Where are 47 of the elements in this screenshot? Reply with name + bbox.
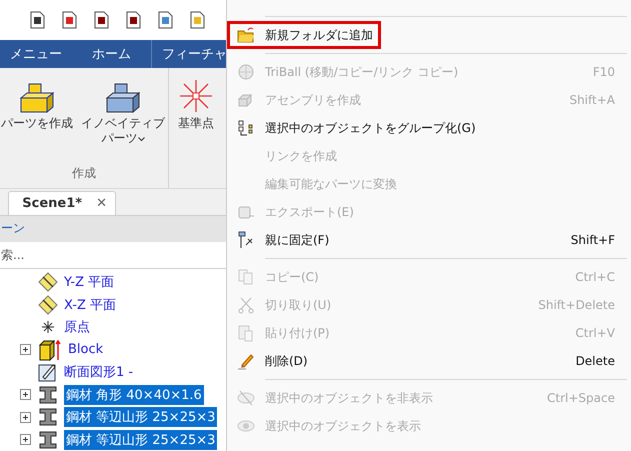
ribbon-tab[interactable]: メニュー xyxy=(0,40,82,68)
expand-toggle-icon[interactable] xyxy=(20,412,31,423)
tree-item[interactable]: 鋼材 等辺山形 25×25×3 xyxy=(64,430,218,450)
pin-icon xyxy=(237,231,255,249)
toolbar-document-icon[interactable] xyxy=(124,10,142,29)
tree-item[interactable]: 原点 xyxy=(62,317,92,338)
expand-toggle-icon[interactable] xyxy=(20,344,31,356)
sketch-icon xyxy=(38,362,58,382)
ribbon-tab[interactable]: フィーチャ xyxy=(152,40,226,68)
sphere-icon xyxy=(237,63,255,81)
copy-icon xyxy=(237,268,255,286)
ribbon-button[interactable]: イノベイティブパーツ xyxy=(78,76,168,146)
tree-item[interactable]: 鋼材 等辺山形 25×25×3 xyxy=(64,407,218,428)
blocks-icon xyxy=(237,91,255,109)
toolbar-document-icon[interactable] xyxy=(60,10,78,29)
expand-toggle-icon[interactable] xyxy=(20,434,31,446)
toolbar-document-icon[interactable] xyxy=(92,10,110,29)
tree-item[interactable]: Y-Z 平面 xyxy=(62,272,116,292)
menu-item[interactable]: 親に固定(F) Shift+F xyxy=(227,226,631,254)
tree-item[interactable]: X-Z 平面 xyxy=(62,294,118,315)
menu-item[interactable]: 選択中のオブジェクトをグループ化(G) xyxy=(227,114,631,142)
menu-item[interactable]: 新規フォルダに追加 xyxy=(227,21,381,49)
block-arrow-icon xyxy=(38,338,62,361)
close-icon[interactable]: ✕ xyxy=(96,196,107,211)
clipboard-icon xyxy=(237,324,255,342)
tree-item[interactable]: Block xyxy=(66,341,106,358)
tree-item[interactable]: 鋼材 角形 40×40×1.6 xyxy=(64,384,204,405)
scissors-icon xyxy=(237,296,255,314)
folder-icon xyxy=(237,26,255,44)
group-icon xyxy=(237,119,255,137)
eraser-icon xyxy=(237,352,255,370)
ribbon-tab[interactable]: ホーム xyxy=(82,40,152,68)
eye-off-icon xyxy=(237,389,255,407)
plane-icon xyxy=(38,272,58,292)
toolbar-document-icon[interactable] xyxy=(28,10,46,29)
tree-item[interactable]: 断面図形1 - xyxy=(62,362,136,382)
document-tab[interactable]: Scene1* ✕ xyxy=(8,190,116,215)
scene-header: ーン xyxy=(0,216,226,242)
toolbar-document-icon[interactable] xyxy=(156,10,174,29)
plane-icon xyxy=(38,294,58,315)
ribbon-button[interactable]: 基準点 xyxy=(175,76,217,188)
search-field[interactable]: 索... xyxy=(0,242,226,269)
group-label: 作成 xyxy=(72,164,96,182)
expand-toggle-icon[interactable] xyxy=(20,389,31,400)
ribbon-button[interactable]: パーツを作成 xyxy=(0,76,74,146)
menu-item[interactable]: 削除(D) Delete xyxy=(227,347,631,375)
toolbar-document-icon[interactable] xyxy=(188,10,206,29)
